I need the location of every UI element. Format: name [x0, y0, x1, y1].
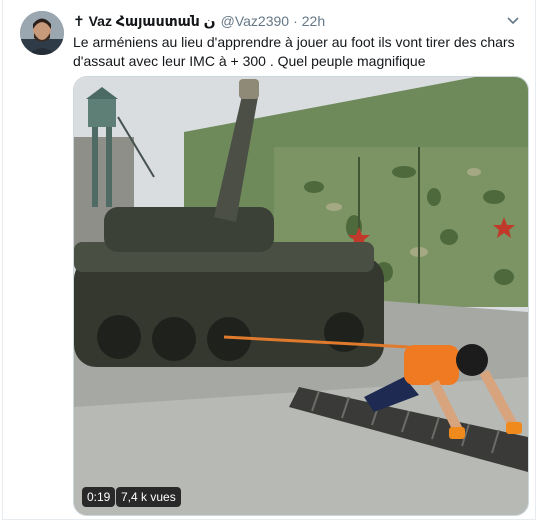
avatar[interactable]	[20, 11, 64, 55]
tweet-text-line: d'assaut avec leur IMC à + 300 . Quel pe…	[73, 53, 426, 69]
avatar-image	[20, 11, 64, 55]
video-frame	[74, 77, 528, 515]
video-player[interactable]: 0:19 7,4 k vues	[73, 76, 529, 516]
author-name[interactable]: ✝ Vaz Հայաստան ن	[73, 13, 216, 30]
tweet-card[interactable]: ✝ Vaz Հայաստան ن @Vaz2390 · 22h Le armén…	[2, 0, 536, 520]
tweet-text-line: Le arméniens au lieu d'apprendre à jouer…	[73, 34, 515, 50]
chevron-down-icon[interactable]	[505, 13, 521, 29]
view-count-badge: 7,4 k vues	[116, 487, 181, 507]
video-duration-badge: 0:19	[82, 487, 116, 507]
separator-dot: ·	[293, 13, 298, 29]
tweet-header: ✝ Vaz Հայաստան ن @Vaz2390 · 22h	[73, 11, 521, 31]
timestamp[interactable]: 22h	[302, 13, 325, 29]
tweet-text: Le arméniens au lieu d'apprendre à jouer…	[73, 33, 523, 71]
author-handle[interactable]: @Vaz2390	[221, 13, 289, 29]
